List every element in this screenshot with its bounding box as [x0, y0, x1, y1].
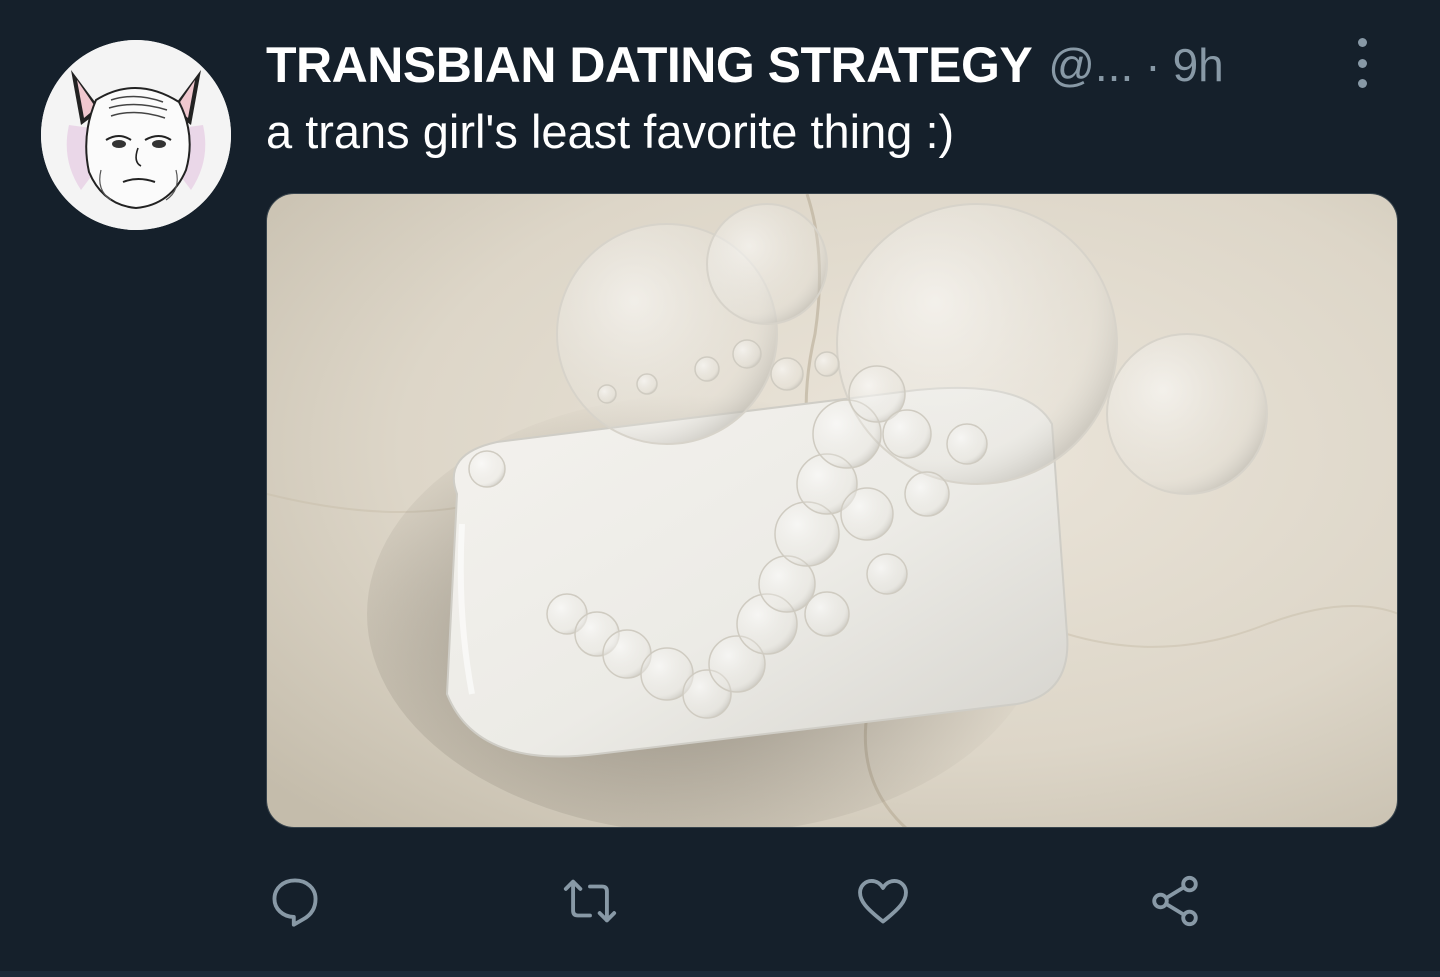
soap-bar-photo-icon [267, 194, 1397, 827]
reply-button[interactable] [260, 866, 330, 936]
display-name[interactable]: TRANSBIAN DATING STRATEGY [266, 36, 1033, 94]
avatar[interactable] [41, 40, 231, 230]
tweet-divider [0, 971, 1440, 977]
tweet-media-image[interactable] [266, 193, 1398, 828]
timestamp[interactable]: 9h [1173, 38, 1224, 92]
tweet-actions-bar [0, 866, 1440, 936]
tweet-card[interactable]: TRANSBIAN DATING STRATEGY @... · 9h a tr… [0, 0, 1440, 977]
retweet-icon [563, 879, 617, 923]
retweet-button[interactable] [555, 866, 625, 936]
more-options-icon[interactable] [1342, 38, 1382, 88]
reply-icon [272, 878, 318, 927]
tweet-text: a trans girl's least favorite thing :) [266, 105, 955, 158]
share-button[interactable] [1140, 866, 1210, 936]
separator-dot: · [1145, 39, 1161, 91]
share-icon [1152, 875, 1198, 927]
heart-icon [858, 879, 908, 924]
wojak-avatar-icon [41, 40, 231, 230]
user-handle[interactable]: @... [1048, 38, 1133, 92]
like-button[interactable] [848, 866, 918, 936]
tweet-header: TRANSBIAN DATING STRATEGY @... · 9h [266, 30, 1380, 100]
